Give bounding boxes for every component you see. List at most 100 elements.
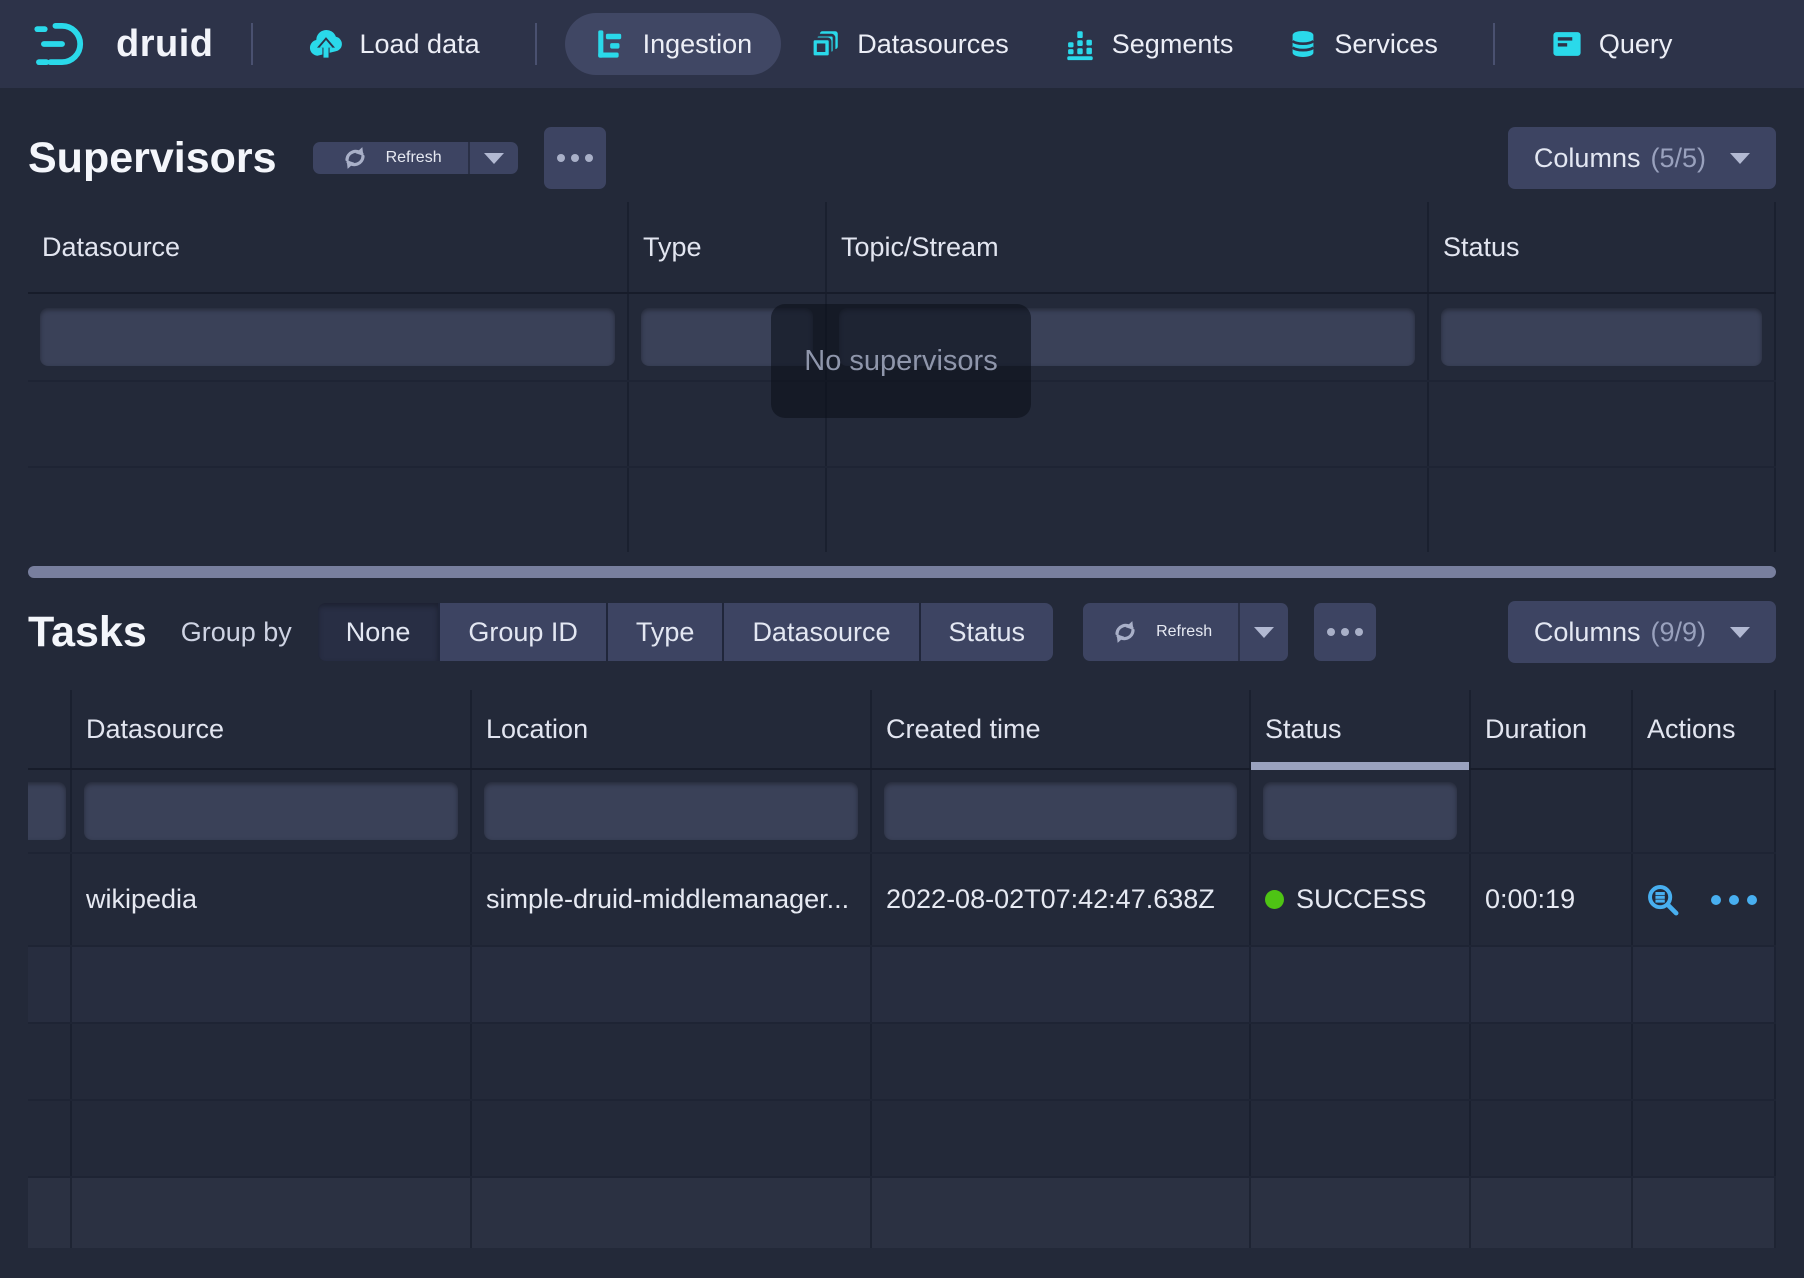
datasource-filter-input[interactable] — [40, 308, 615, 366]
caret-down-icon — [1730, 627, 1750, 638]
header-type[interactable]: Type — [629, 202, 827, 292]
header-actions[interactable]: Actions — [1633, 690, 1776, 768]
refresh-icon — [1109, 616, 1141, 648]
datasource-filter-input[interactable] — [84, 782, 458, 840]
columns-label: Columns — [1534, 143, 1641, 174]
task-location-cell: simple-druid-middlemanager... — [472, 854, 872, 945]
empty-row — [28, 1022, 1776, 1099]
nav-divider — [535, 23, 537, 65]
nav-item-label: Services — [1334, 29, 1438, 60]
refresh-interval-dropdown[interactable] — [1240, 603, 1288, 661]
tasks-columns-button[interactable]: Columns (9/9) — [1508, 601, 1776, 663]
druid-logo-icon — [34, 19, 100, 69]
supervisors-table: Datasource Type Topic/Stream Status No s… — [28, 202, 1776, 552]
group-by-datasource-button[interactable]: Datasource — [724, 603, 918, 661]
columns-count: (9/9) — [1650, 617, 1706, 648]
caret-down-icon — [484, 153, 504, 164]
empty-row — [28, 1176, 1776, 1248]
druid-console: druid Load data Ingestion — [0, 0, 1804, 1278]
brand-name: druid — [116, 23, 213, 66]
nav-item-label: Load data — [359, 29, 479, 60]
nav-item-label: Ingestion — [643, 29, 753, 60]
task-row-wikipedia[interactable]: wikipedia simple-druid-middlemanager... … — [28, 852, 1776, 945]
status-filter-input[interactable] — [1441, 308, 1762, 366]
supervisors-columns-button[interactable]: Columns (5/5) — [1508, 127, 1776, 189]
task-status-label: SUCCESS — [1296, 884, 1427, 915]
caret-down-icon — [1730, 153, 1750, 164]
task-id-cell — [28, 854, 72, 945]
refresh-button[interactable]: Refresh — [313, 142, 468, 174]
nav-divider — [251, 23, 253, 65]
cloud-upload-icon — [308, 26, 344, 62]
task-datasource-cell: wikipedia — [72, 854, 472, 945]
columns-count: (5/5) — [1650, 143, 1706, 174]
no-supervisors-overlay: No supervisors — [771, 304, 1031, 418]
header-created-time[interactable]: Created time — [872, 690, 1251, 768]
full-stacked-chart-icon — [1063, 27, 1097, 61]
task-id-filter-input-clipped[interactable] — [28, 782, 66, 840]
nav-item-ingestion[interactable]: Ingestion — [565, 13, 782, 75]
tasks-more-button[interactable] — [1314, 603, 1376, 661]
refresh-label: Refresh — [1156, 623, 1212, 641]
success-status-dot — [1265, 890, 1284, 909]
task-duration-cell: 0:00:19 — [1471, 854, 1633, 945]
tasks-table: Datasource Location Created time Status … — [28, 690, 1776, 1248]
nav-item-segments[interactable]: Segments — [1036, 0, 1261, 88]
top-nav: druid Load data Ingestion — [0, 0, 1804, 88]
nav-item-datasources[interactable]: Datasources — [781, 0, 1036, 88]
more-icon — [1327, 628, 1335, 636]
gantt-chart-icon — [594, 27, 628, 61]
supervisors-header-row: Datasource Type Topic/Stream Status — [28, 202, 1776, 294]
caret-down-icon — [1254, 627, 1274, 638]
nav-divider — [1493, 23, 1495, 65]
refresh-label: Refresh — [386, 149, 442, 167]
supervisors-toolbar: Supervisors Refresh Columns (5/5) — [0, 126, 1804, 190]
more-icon — [557, 154, 565, 162]
empty-row — [28, 466, 1776, 552]
scrollbar-thumb[interactable] — [28, 566, 1776, 578]
task-status-cell: SUCCESS — [1251, 854, 1471, 945]
header-status[interactable]: Status — [1429, 202, 1776, 292]
tasks-header-row: Datasource Location Created time Status … — [28, 690, 1776, 770]
task-actions-cell — [1633, 854, 1776, 945]
header-topic-stream[interactable]: Topic/Stream — [827, 202, 1429, 292]
group-by-group-id-button[interactable]: Group ID — [440, 603, 606, 661]
nav-item-label: Query — [1599, 29, 1673, 60]
nav-item-load-data[interactable]: Load data — [281, 0, 506, 88]
stacked-panels-icon — [808, 27, 842, 61]
empty-row — [28, 945, 1776, 1022]
header-datasource[interactable]: Datasource — [28, 202, 629, 292]
group-by-status-button[interactable]: Status — [921, 603, 1054, 661]
task-detail-button[interactable] — [1645, 882, 1681, 918]
task-created-time-cell: 2022-08-02T07:42:47.638Z — [872, 854, 1251, 945]
refresh-interval-dropdown[interactable] — [470, 142, 518, 174]
database-icon — [1287, 27, 1319, 61]
header-datasource[interactable]: Datasource — [72, 690, 472, 768]
supervisors-hscrollbar — [28, 566, 1776, 578]
tasks-title: Tasks — [28, 608, 147, 657]
header-duration[interactable]: Duration — [1471, 690, 1633, 768]
header-location[interactable]: Location — [472, 690, 872, 768]
columns-label: Columns — [1534, 617, 1641, 648]
refresh-icon — [339, 142, 371, 174]
magnifier-with-lines-icon — [1645, 882, 1681, 918]
tasks-toolbar: Tasks Group by None Group ID Type Dataso… — [0, 602, 1804, 662]
nav-item-services[interactable]: Services — [1260, 0, 1465, 88]
supervisors-title: Supervisors — [28, 134, 277, 183]
druid-logo[interactable]: druid — [24, 19, 223, 69]
group-by-type-button[interactable]: Type — [608, 603, 723, 661]
group-by-none-button[interactable]: None — [318, 603, 439, 661]
task-more-actions-button[interactable] — [1711, 895, 1757, 905]
nav-item-query[interactable]: Query — [1523, 0, 1700, 88]
supervisors-more-button[interactable] — [544, 127, 606, 189]
group-by-button-group: None Group ID Type Datasource Status — [318, 603, 1053, 661]
three-blue-dots-icon — [1711, 895, 1721, 905]
refresh-button[interactable]: Refresh — [1083, 603, 1238, 661]
status-filter-input[interactable] — [1263, 782, 1457, 840]
header-status-sorted[interactable]: Status — [1251, 690, 1471, 768]
header-task-id-clipped[interactable] — [28, 690, 72, 768]
created-time-filter-input[interactable] — [884, 782, 1237, 840]
location-filter-input[interactable] — [484, 782, 858, 840]
tasks-filter-row — [28, 770, 1776, 852]
empty-row — [28, 1099, 1776, 1176]
